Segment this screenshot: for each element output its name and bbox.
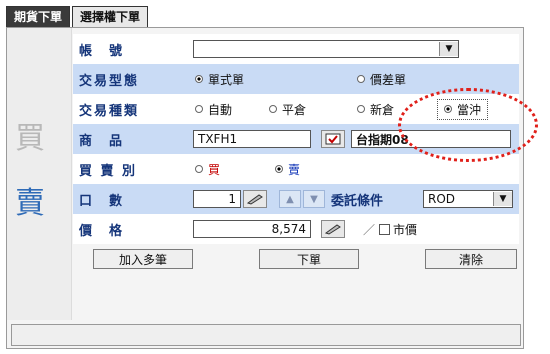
radio-dot-icon	[357, 105, 365, 113]
qty-keypad-button[interactable]	[243, 190, 267, 208]
radio-sell[interactable]: 賣	[275, 161, 300, 178]
clear-button[interactable]: 清除	[425, 249, 517, 269]
radio-dot-icon	[357, 75, 365, 83]
chevron-up-icon: ▲	[286, 193, 294, 205]
radio-close[interactable]: 平倉	[269, 101, 306, 118]
open-label: 新倉	[370, 102, 395, 117]
radio-dot-icon	[195, 75, 203, 83]
checkbox-icon	[379, 223, 390, 235]
qty-row: 口 數 1 ▲ ▼ 委託條件 ROD ▼	[73, 184, 519, 214]
checklist-icon	[325, 133, 341, 145]
order-condition-value: ROD	[428, 192, 456, 206]
add-multi-button[interactable]: 加入多筆	[93, 249, 193, 269]
qty-input[interactable]: 1	[193, 190, 241, 208]
side-indicator: 買 賣	[7, 28, 72, 320]
radio-dot-icon	[269, 105, 277, 113]
price-input[interactable]: 8,574	[193, 220, 311, 238]
radio-open[interactable]: 新倉	[357, 101, 394, 118]
radio-dot-icon	[195, 165, 203, 173]
action-row: 加入多筆 下單 清除	[73, 244, 519, 274]
product-label: 商 品	[79, 133, 125, 149]
radio-single-order[interactable]: 單式單	[195, 71, 244, 88]
sell-label: 賣	[288, 162, 301, 177]
chevron-down-icon: ▼	[310, 193, 318, 205]
account-select[interactable]: ▼	[193, 40, 459, 58]
account-row: 帳 號 ▼	[73, 34, 519, 64]
market-price-checkbox[interactable]: 市價	[379, 221, 417, 238]
radio-dot-icon	[275, 165, 283, 173]
price-slash: ／	[363, 222, 376, 237]
qty-down-button[interactable]: ▼	[303, 190, 325, 208]
chevron-down-icon[interactable]: ▼	[493, 192, 512, 206]
tab-futures-order[interactable]: 期貨下單	[6, 6, 71, 27]
status-bar	[11, 324, 521, 346]
market-price-label: 市價	[393, 222, 418, 237]
pen-icon	[247, 194, 263, 205]
trade-type-label: 交易型態	[79, 73, 140, 89]
chevron-down-icon[interactable]: ▼	[439, 42, 458, 56]
order-panel: 買 賣 帳 號 ▼ 交易型態 單式單 價差單 交易種類 自動 平倉 新倉 當沖 …	[6, 27, 524, 349]
trade-kind-label: 交易種類	[79, 103, 140, 119]
account-label: 帳 號	[79, 43, 125, 59]
product-code-input[interactable]: TXFH1	[193, 130, 311, 148]
product-picker-button[interactable]	[321, 130, 345, 148]
radio-buy[interactable]: 買	[195, 161, 220, 178]
radio-spread-order[interactable]: 價差單	[357, 71, 406, 88]
tab-options-order[interactable]: 選擇權下單	[72, 6, 149, 27]
side-label: 買 賣 別	[79, 163, 138, 179]
side-sell-text: 賣	[15, 186, 45, 221]
radio-dot-icon	[195, 105, 203, 113]
order-condition-select[interactable]: ROD ▼	[423, 190, 513, 208]
highlight-circle	[398, 88, 538, 162]
price-label: 價 格	[79, 223, 125, 239]
radio-auto[interactable]: 自動	[195, 101, 232, 118]
submit-order-button[interactable]: 下單	[259, 249, 359, 269]
qty-label: 口 數	[79, 193, 125, 209]
qty-up-button[interactable]: ▲	[279, 190, 301, 208]
single-order-label: 單式單	[208, 72, 245, 87]
buy-label: 買	[208, 162, 221, 177]
spread-order-label: 價差單	[370, 72, 407, 87]
order-condition-label: 委託條件	[331, 193, 384, 209]
price-keypad-button[interactable]	[321, 220, 345, 238]
price-row: 價 格 8,574 ／ 市價	[73, 214, 519, 244]
pen-icon	[325, 224, 341, 235]
tab-bar: 期貨下單 選擇權下單	[6, 6, 150, 28]
auto-label: 自動	[208, 102, 233, 117]
close-label: 平倉	[282, 102, 307, 117]
side-buy-text: 買	[15, 121, 45, 156]
